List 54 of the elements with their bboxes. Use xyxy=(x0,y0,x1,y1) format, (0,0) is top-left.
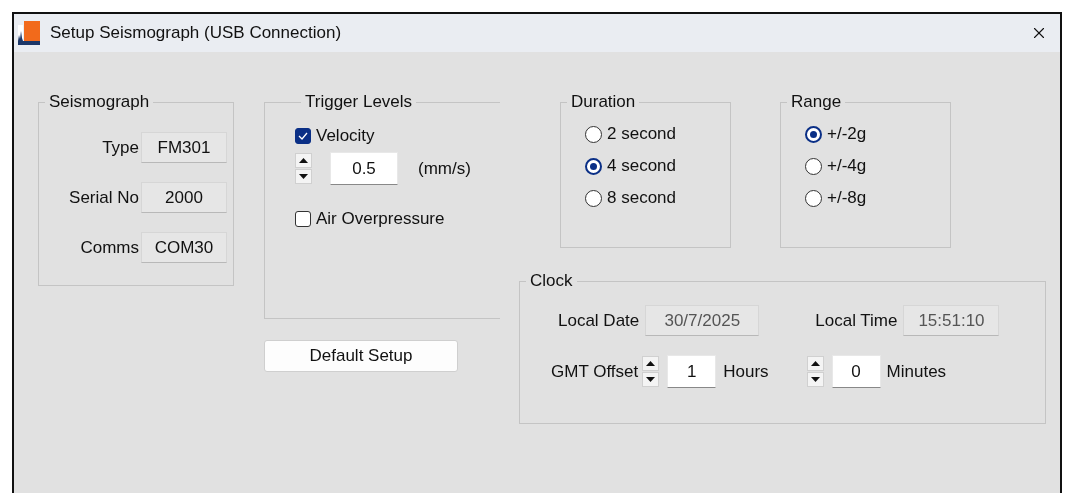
radio-button[interactable] xyxy=(805,125,822,143)
velocity-input[interactable]: 0.5 xyxy=(330,152,398,185)
spin-up-button[interactable] xyxy=(642,356,660,371)
readonly-field: COM30 xyxy=(141,232,227,263)
field-label: Comms xyxy=(80,237,139,258)
field-label: Local Time xyxy=(815,310,898,331)
radio-label: 2 second xyxy=(607,124,676,144)
radio-label: +/-4g xyxy=(827,156,867,176)
radio-button[interactable] xyxy=(805,157,822,175)
up-arrow-icon xyxy=(810,361,820,366)
window-title: Setup Seismograph (USB Connection) xyxy=(50,23,343,43)
group-title: Range xyxy=(790,92,843,112)
unit-label: (mm/s) xyxy=(418,158,471,179)
field-label: Local Date xyxy=(558,310,640,331)
spin-down-button[interactable] xyxy=(806,372,824,387)
radio-label: 8 second xyxy=(607,188,676,208)
readonly-field: 2000 xyxy=(141,182,227,213)
unit-label: Hours xyxy=(723,361,769,382)
minutes-input[interactable]: 0 xyxy=(831,355,881,388)
field-label: Type xyxy=(102,137,139,158)
group-title: Trigger Levels xyxy=(304,92,414,112)
radio-button[interactable] xyxy=(805,189,822,207)
unit-label: Minutes xyxy=(886,361,947,382)
app-icon xyxy=(18,21,40,45)
group-title: Duration xyxy=(570,92,637,112)
group-title: Clock xyxy=(529,271,574,291)
radio-label: +/-8g xyxy=(827,188,867,208)
readonly-field: FM301 xyxy=(141,132,227,163)
radio-button[interactable] xyxy=(585,157,602,175)
field-label: Serial No xyxy=(69,187,139,208)
up-arrow-icon xyxy=(646,361,656,366)
hours-input[interactable]: 1 xyxy=(667,355,717,388)
up-arrow-icon xyxy=(299,158,308,163)
radio-button[interactable] xyxy=(585,189,602,207)
radio-label: +/-2g xyxy=(827,124,867,144)
checkbox-label: Air Overpressure xyxy=(316,209,445,229)
spin-down-button[interactable] xyxy=(642,372,660,387)
spin-down-button[interactable] xyxy=(295,169,312,184)
down-arrow-icon xyxy=(810,377,820,382)
field-label: GMT Offset xyxy=(551,361,639,382)
checkbox[interactable] xyxy=(295,211,311,227)
checkbox[interactable] xyxy=(295,128,311,144)
check-icon xyxy=(298,132,308,140)
down-arrow-icon xyxy=(299,174,308,179)
date-field: 30/7/2025 xyxy=(645,305,760,336)
time-field: 15:51:10 xyxy=(903,305,1000,336)
spin-up-button[interactable] xyxy=(806,356,824,371)
group-title: Seismograph xyxy=(48,92,151,112)
checkbox-label: Velocity xyxy=(316,126,375,146)
radio-label: 4 second xyxy=(607,156,676,176)
radio-button[interactable] xyxy=(585,125,602,143)
down-arrow-icon xyxy=(646,377,656,382)
default-setup-button[interactable]: Default Setup xyxy=(264,340,458,372)
spin-up-button[interactable] xyxy=(295,153,312,168)
